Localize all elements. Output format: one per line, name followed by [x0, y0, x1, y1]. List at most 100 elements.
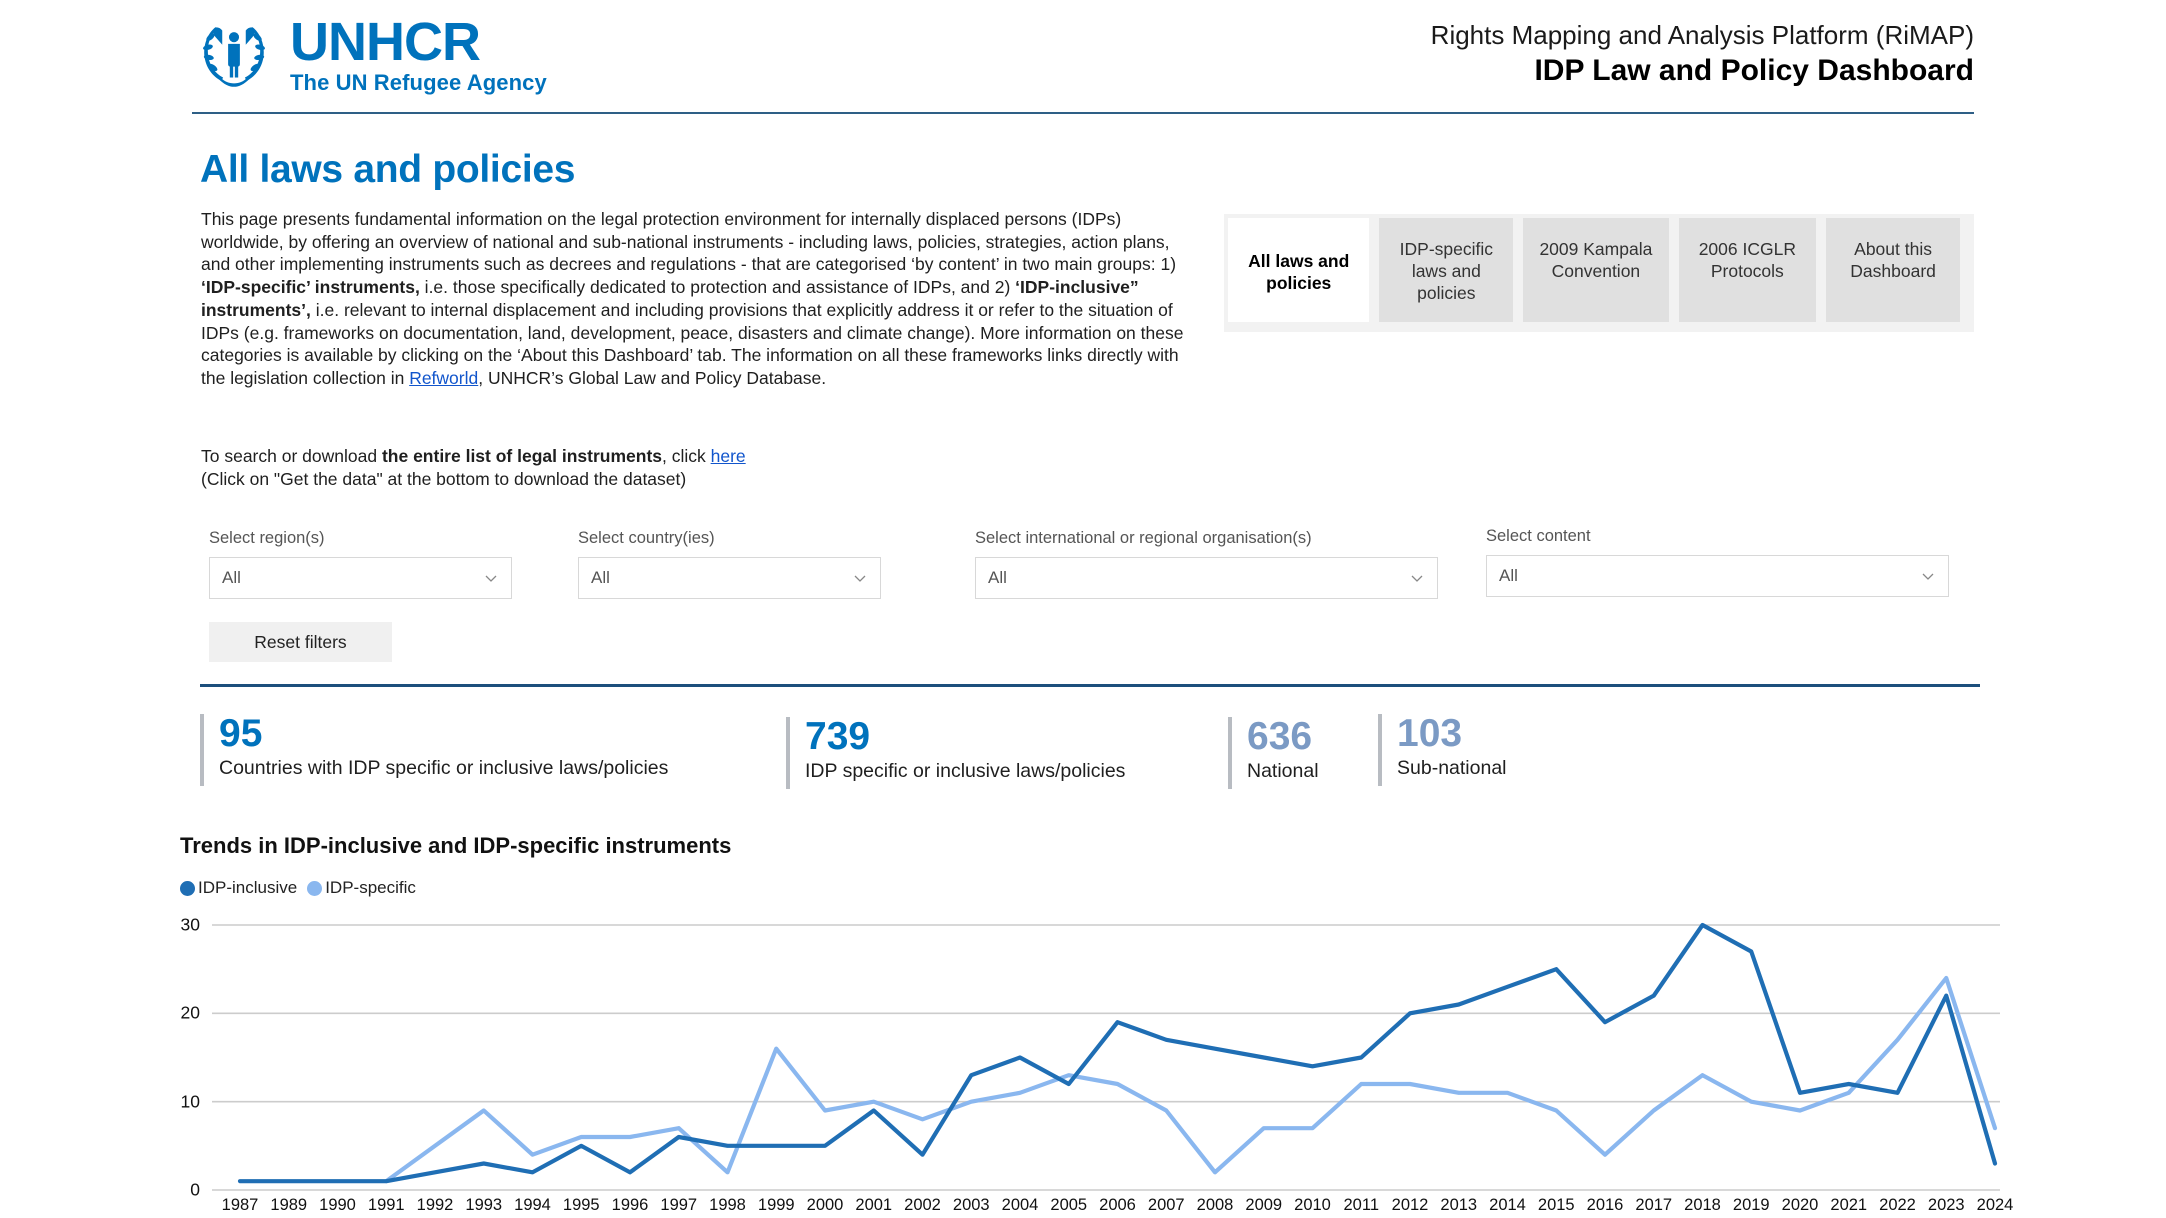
x-axis-tick-1992: 1992 [416, 1196, 454, 1214]
chart-legend: IDP-inclusive IDP-specific [180, 878, 416, 898]
search-note-text-2: , click [662, 446, 711, 466]
x-axis-tick-2007: 2007 [1147, 1196, 1185, 1214]
intro-text-4: , UNHCR’s Global Law and Policy Database… [478, 367, 827, 388]
region-select[interactable]: All [209, 557, 512, 599]
kpi-national: 636 National [1228, 715, 1368, 789]
kpi-instruments-label: IDP specific or inclusive laws/policies [805, 760, 1126, 782]
filter-region: Select region(s) All [209, 529, 512, 599]
x-axis-tick-2020: 2020 [1781, 1196, 1819, 1214]
reset-filters-button[interactable]: Reset filters [209, 622, 392, 662]
page-title: All laws and policies [200, 148, 576, 191]
chart-x-axis-labels: 1987 1989 1990 1991 1992 1993 1994 1995 1996 1997… [0, 1196, 2166, 1218]
x-axis-tick-2024: 2024 [1976, 1196, 2014, 1214]
tab-idp-specific-laws-and-policies[interactable]: IDP-specific laws and policies [1379, 218, 1514, 322]
y-axis-tick-30: 30 [180, 914, 200, 935]
chart-series-idp-specific [384, 975, 1998, 1184]
kpi-instruments: 739 IDP specific or inclusive laws/polic… [786, 715, 1206, 789]
unhcr-emblem-icon [203, 27, 265, 87]
y-axis-tick-20: 20 [180, 1002, 200, 1023]
organisation-select[interactable]: All [975, 557, 1438, 599]
x-axis-tick-2000: 2000 [806, 1196, 844, 1214]
x-axis-tick-2001: 2001 [855, 1196, 893, 1214]
x-axis-tick-1997: 1997 [660, 1196, 698, 1214]
tab-about-this-dashboard[interactable]: About this Dashboard [1826, 218, 1960, 322]
region-select-value: All [222, 568, 241, 587]
tab-bar: All laws and policies IDP-specific laws … [1224, 214, 1974, 332]
intro-paragraph: This page presents fundamental informati… [201, 208, 1201, 390]
legend-swatch-icon [180, 880, 195, 896]
y-axis-tick-10: 10 [180, 1091, 200, 1112]
x-axis-tick-1991: 1991 [367, 1196, 405, 1214]
x-axis-tick-1994: 1994 [514, 1196, 551, 1214]
here-link[interactable]: here [711, 446, 746, 466]
x-axis-tick-2019: 2019 [1732, 1196, 1770, 1214]
chart-title: Trends in IDP-inclusive and IDP-specific… [180, 833, 732, 858]
x-axis-tick-2015: 2015 [1537, 1196, 1575, 1214]
x-axis-tick-1990: 1990 [319, 1196, 356, 1214]
tab-2006-icglr-protocols[interactable]: 2006 ICGLR Protocols [1678, 218, 1817, 322]
x-axis-tick-2021: 2021 [1830, 1196, 1868, 1214]
chevron-down-icon [1411, 575, 1423, 582]
tab-all-laws-and-policies[interactable]: All laws and policies [1228, 218, 1370, 322]
intro-bold-idp-specific: ‘IDP-specific’ instruments, [201, 277, 420, 298]
unhcr-logo: UNHCR The UN Refugee Agency [192, 12, 547, 96]
kpi-national-value: 636 [1247, 715, 1313, 758]
x-axis-tick-2012: 2012 [1391, 1196, 1429, 1214]
kpi-countries: 95 Countries with IDP specific or inclus… [200, 712, 740, 786]
x-axis-tick-2017: 2017 [1635, 1196, 1673, 1214]
filter-country-label: Select country(ies) [578, 529, 715, 547]
logo-wordmark: UNHCR [290, 11, 481, 72]
chevron-down-icon [1922, 573, 1934, 580]
refworld-link[interactable]: Refworld [409, 368, 478, 388]
x-axis-tick-2023: 2023 [1927, 1196, 1965, 1214]
x-axis-tick-2009: 2009 [1245, 1196, 1283, 1214]
country-select-value: All [591, 568, 610, 587]
filter-content: Select content All [1486, 527, 1949, 597]
country-select[interactable]: All [578, 557, 881, 599]
chart-series-idp-inclusive [237, 922, 1998, 1184]
legend-label-idp-specific: IDP-specific [325, 878, 416, 897]
legend-item-idp-specific[interactable]: IDP-specific [307, 878, 416, 898]
filter-region-label: Select region(s) [209, 529, 325, 547]
search-download-note: To search or download the entire list of… [201, 445, 1061, 491]
x-axis-tick-1993: 1993 [465, 1196, 503, 1214]
filter-content-label: Select content [1486, 527, 1591, 545]
x-axis-tick-1998: 1998 [709, 1196, 746, 1214]
x-axis-tick-2010: 2010 [1294, 1196, 1331, 1214]
x-axis-tick-2014: 2014 [1489, 1196, 1526, 1214]
tab-2009-kampala-convention[interactable]: 2009 Kampala Convention [1523, 218, 1669, 322]
chevron-down-icon [485, 575, 497, 582]
content-select-value: All [1499, 566, 1518, 585]
filter-country: Select country(ies) All [578, 529, 881, 599]
x-axis-tick-2004: 2004 [1001, 1196, 1039, 1214]
dashboard-title: IDP Law and Policy Dashboard [1534, 54, 1974, 87]
kpi-subnational: 103 Sub-national [1378, 712, 1578, 786]
search-note-text-3: (Click on "Get the data" at the bottom t… [201, 469, 687, 489]
x-axis-tick-2013: 2013 [1440, 1196, 1478, 1214]
legend-item-idp-inclusive[interactable]: IDP-inclusive [180, 878, 297, 898]
x-axis-tick-1996: 1996 [611, 1196, 649, 1214]
filter-organisation-label: Select international or regional organis… [975, 529, 1312, 547]
chevron-down-icon [854, 575, 866, 582]
kpi-instruments-value: 739 [805, 715, 871, 758]
kpi-subnational-label: Sub-national [1397, 757, 1507, 779]
intro-text-1: This page presents fundamental informati… [201, 209, 1177, 275]
x-axis-tick-2008: 2008 [1196, 1196, 1234, 1214]
x-axis-tick-1999: 1999 [757, 1196, 795, 1214]
search-note-bold: the entire list of legal instruments [381, 446, 663, 466]
kpi-countries-label: Countries with IDP specific or inclusive… [219, 757, 669, 779]
x-axis-tick-2018: 2018 [1684, 1196, 1721, 1214]
content-select[interactable]: All [1486, 555, 1949, 597]
platform-name: Rights Mapping and Analysis Platform (Ri… [1430, 20, 1974, 50]
header-titles: Rights Mapping and Analysis Platform (Ri… [1431, 20, 1974, 88]
legend-swatch-icon [307, 880, 323, 896]
kpi-subnational-value: 103 [1397, 712, 1463, 755]
legend-label-idp-inclusive: IDP-inclusive [198, 878, 298, 897]
intro-text-2: i.e. those specifically dedicated to pro… [419, 277, 1016, 298]
logo-tagline: The UN Refugee Agency [290, 69, 547, 95]
filter-organisation: Select international or regional organis… [975, 529, 1438, 599]
x-axis-tick-1987: 1987 [221, 1196, 259, 1214]
section-divider [200, 684, 1980, 687]
x-axis-tick-2003: 2003 [952, 1196, 990, 1214]
organisation-select-value: All [988, 568, 1007, 587]
